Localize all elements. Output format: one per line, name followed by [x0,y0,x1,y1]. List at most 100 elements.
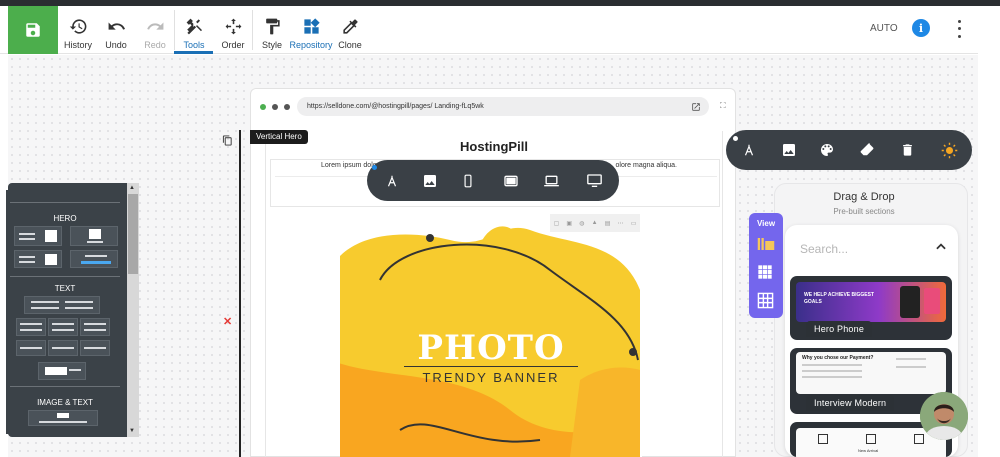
thumb-line [84,347,106,349]
drag-drop-subtitle: Pre-built sections [833,207,895,216]
device-preview-toolbar [367,160,619,201]
browser-address-bar: https://selldone.com/@hostingpill/pages/… [251,89,735,123]
paint-roller-icon [262,16,282,36]
phone-mockup [924,288,940,314]
thumb-line [20,323,42,325]
text-block-thumbnail[interactable] [24,296,100,314]
open-external-icon[interactable] [691,101,701,120]
view-grid-large-icon[interactable] [757,292,775,310]
blocks-section-text: TEXT [54,284,76,293]
tablet-icon[interactable] [500,170,522,192]
text-block-thumbnail[interactable] [38,362,86,380]
thumb-line [52,347,74,349]
desktop-icon[interactable] [583,170,605,192]
thumb-line [65,307,93,309]
thumb-line [896,366,926,368]
window-dot [284,104,290,110]
redo-icon [145,16,165,36]
image-icon[interactable] [419,170,441,192]
brightness-icon[interactable] [938,139,960,161]
section-search-input[interactable]: Search... [800,242,848,256]
text-block-thumbnail[interactable] [80,318,110,336]
order-label: Order [221,40,245,50]
text-block-thumbnail[interactable] [48,318,78,336]
clone-button[interactable]: Clone [336,6,364,54]
drag-drop-title: Drag & Drop [833,191,895,203]
close-icon[interactable]: ✕ [223,315,232,328]
mini-tool-icon[interactable]: ⋯ [618,220,624,227]
mini-tool-icon[interactable]: ▭ [631,220,637,227]
text-block-thumbnail[interactable] [16,318,46,336]
thumb-line [69,369,81,371]
image-text-block-thumbnail[interactable] [28,410,98,426]
more-options-icon[interactable] [952,18,966,40]
tools-button[interactable]: Tools [178,6,210,54]
thumb-line [20,347,42,349]
image-icon[interactable] [778,139,800,161]
mini-tool-icon[interactable]: ▢ [554,220,560,227]
text-block-thumbnail[interactable] [80,340,110,356]
info-icon[interactable]: i [912,19,930,37]
mini-tool-icon[interactable]: ▣ [566,220,572,227]
copy-icon[interactable] [222,133,233,151]
view-list-icon[interactable] [757,236,775,254]
view-grid-small-icon[interactable] [757,264,775,282]
phone-icon[interactable] [457,170,479,192]
floppy-disk-icon [26,23,40,37]
compass-icon[interactable] [738,139,760,161]
save-button[interactable] [8,6,58,54]
thumb-line [802,370,862,372]
hero-block-thumbnail[interactable] [70,250,118,268]
mini-tool-icon[interactable]: ▲ [592,220,598,226]
thumb-image [45,230,57,242]
fullscreen-icon[interactable]: ⛶ [720,101,726,111]
redo-button[interactable]: Redo [140,6,170,54]
hero-block-thumbnail[interactable] [14,250,62,268]
element-toolbar [726,130,972,170]
tools-label: Tools [183,40,205,50]
thumb-image [57,413,69,418]
banner-title: PHOTO [417,328,565,368]
support-avatar[interactable] [920,392,968,440]
template-preview-text: New Arrival [858,448,879,453]
thumb-image [89,229,101,239]
history-button[interactable]: History [62,6,94,54]
blocks-panel-scroll-thumb[interactable] [128,194,138,274]
style-button[interactable]: Style [258,6,286,54]
undo-icon [106,16,126,36]
thumb-line [87,241,103,243]
text-block-thumbnail[interactable] [48,340,78,356]
mini-tool-icon[interactable]: ▤ [605,220,611,227]
auto-mode-label[interactable]: AUTO [870,23,898,34]
widgets-icon [301,16,321,36]
repository-button[interactable]: Repository [288,6,334,54]
hero-block-thumbnail[interactable] [70,226,118,246]
thumb-line [84,329,106,331]
palette-icon[interactable] [816,139,838,161]
hero-block-thumbnail[interactable] [14,226,62,246]
text-block-thumbnail[interactable] [16,340,46,356]
view-mode-title: View [756,219,776,228]
selected-section-label[interactable]: Vertical Hero [250,130,308,144]
thumb-line [52,323,74,325]
thumb-line [52,329,74,331]
image-mini-toolbar[interactable]: ▢ ▣ ◍ ▲ ▤ ⋯ ▭ [550,214,640,232]
thumb-bar [81,261,111,264]
undo-button[interactable]: Undo [101,6,131,54]
order-button[interactable]: Order [218,6,248,54]
section-divider [10,202,120,203]
template-label: Hero Phone [806,321,873,337]
compass-icon[interactable] [381,170,403,192]
page-scrollbar[interactable] [978,40,1000,457]
eraser-icon[interactable] [856,139,878,161]
scroll-down-icon[interactable]: ▼ [129,428,135,434]
mini-tool-icon[interactable]: ◍ [579,220,584,227]
toolbar-indicator-dot [733,136,738,141]
phone-mockup [900,286,920,318]
chevron-up-icon[interactable] [934,240,948,259]
url-field[interactable]: https://selldone.com/@hostingpill/pages/… [297,97,709,116]
scroll-up-icon[interactable]: ▲ [129,185,135,191]
thumb-line [31,301,59,303]
laptop-icon[interactable] [540,170,562,192]
delete-icon[interactable] [896,139,918,161]
